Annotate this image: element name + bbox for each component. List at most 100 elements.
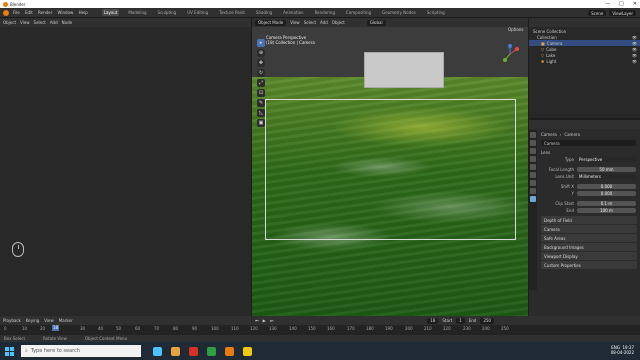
options-dropdown[interactable]: Options	[508, 27, 523, 32]
timeline-view-menu[interactable]: View	[44, 318, 54, 323]
app-icon[interactable]	[207, 346, 216, 356]
object-tab-icon[interactable]	[530, 180, 536, 186]
tab-compositing[interactable]: Compositing	[344, 9, 373, 16]
left-header-select[interactable]: Select	[34, 20, 46, 25]
vp-menu-add[interactable]: Add	[320, 20, 328, 25]
menu-window[interactable]: Window	[58, 10, 74, 15]
keying-menu[interactable]: Keying	[26, 318, 39, 323]
clip-end-row[interactable]: End 100 m	[537, 207, 640, 214]
left-header-view[interactable]: View	[20, 20, 30, 25]
menu-edit[interactable]: Edit	[25, 10, 33, 15]
outliner-item[interactable]: ✱ Light 👁	[529, 58, 640, 64]
annotate-tool-icon[interactable]: ✎	[257, 99, 265, 107]
panel-safe-areas[interactable]: Safe Areas	[541, 234, 637, 242]
tab-uv-editing[interactable]: UV Editing	[185, 9, 210, 16]
left-editor-area[interactable]	[0, 18, 251, 316]
select-tool-icon[interactable]: ▸	[257, 39, 265, 47]
end-frame-field[interactable]: 250	[480, 317, 494, 324]
eye-icon[interactable]: 👁	[632, 35, 637, 40]
transform-orientation[interactable]: Global	[366, 19, 386, 26]
windows-start-icon[interactable]	[5, 346, 14, 356]
eye-icon[interactable]: 👁	[632, 47, 637, 52]
vp-menu-view[interactable]: View	[290, 20, 300, 25]
tab-modeling[interactable]: Modeling	[126, 9, 148, 16]
tab-geometry-nodes[interactable]: Geometry Nodes	[380, 9, 418, 16]
add-cube-tool-icon[interactable]: ▣	[257, 119, 265, 127]
close-button[interactable]: ✕	[633, 1, 637, 7]
lens-type-row[interactable]: Type Perspective	[537, 156, 640, 163]
left-header-add[interactable]: Add	[50, 20, 58, 25]
maximize-button[interactable]: □	[619, 1, 624, 7]
panel-viewport-display[interactable]: Viewport Display	[541, 252, 637, 260]
task-view-icon[interactable]	[153, 346, 162, 356]
rotate-tool-icon[interactable]: ↻	[257, 69, 265, 77]
tab-animation[interactable]: Animation	[281, 9, 305, 16]
vp-menu-object[interactable]: Object	[332, 20, 345, 25]
minimize-button[interactable]: —	[605, 1, 610, 7]
shift-x-row[interactable]: Shift X 0.000	[537, 183, 640, 190]
camera-data-tab-icon[interactable]	[530, 196, 536, 202]
cube-object[interactable]	[364, 52, 444, 88]
view-layer-tab-icon[interactable]	[530, 156, 536, 162]
move-tool-icon[interactable]: ✥	[257, 59, 265, 67]
menu-file[interactable]: File	[13, 10, 20, 15]
mode-selector[interactable]: Object Mode	[255, 19, 287, 26]
blender-menu-icon[interactable]	[3, 9, 9, 16]
tab-rendering[interactable]: Rendering	[313, 9, 337, 16]
tab-layout[interactable]: Layout	[101, 9, 120, 16]
blender-taskbar-icon[interactable]	[225, 346, 234, 356]
focal-length-row[interactable]: Focal Length 50 mm	[537, 166, 640, 173]
left-header-node[interactable]: Node	[62, 20, 72, 25]
play-icon[interactable]: ▶	[263, 318, 266, 323]
cursor-tool-icon[interactable]: ⊕	[257, 49, 265, 57]
clip-start-row[interactable]: Clip Start 0.1 m	[537, 200, 640, 207]
panel-custom-properties[interactable]: Custom Properties	[541, 261, 637, 269]
app-icon[interactable]	[243, 346, 252, 356]
constraints-tab-icon[interactable]	[530, 188, 536, 194]
view-layer-selector[interactable]: ViewLayer	[609, 10, 636, 16]
frame-tick: 20	[40, 326, 46, 331]
eye-icon[interactable]: 👁	[632, 41, 637, 46]
scale-tool-icon[interactable]: ⤢	[257, 79, 265, 87]
frame-ruler[interactable]: 0 10 20 30 40 50 60 70 80 90 100 110 120…	[0, 325, 640, 335]
tool-tab-icon[interactable]	[530, 132, 536, 138]
playhead-frame[interactable]: 18	[52, 325, 59, 331]
scene-tab-icon[interactable]	[530, 164, 536, 170]
chrome-icon[interactable]	[189, 346, 198, 356]
lens-unit-row[interactable]: Lens Unit Millimeters	[537, 173, 640, 180]
scene-selector[interactable]: Scene	[588, 10, 607, 16]
shift-y-row[interactable]: Y 0.000	[537, 190, 640, 197]
eye-icon[interactable]: 👁	[632, 59, 637, 64]
tab-texture-paint[interactable]: Texture Paint	[217, 9, 247, 16]
panel-background-images[interactable]: Background Images	[541, 243, 637, 251]
world-tab-icon[interactable]	[530, 172, 536, 178]
camera-data-name-field[interactable]: Camera	[541, 140, 636, 146]
lens-panel-header[interactable]: Lens	[529, 148, 640, 156]
playback-menu[interactable]: Playback	[3, 318, 21, 323]
render-tab-icon[interactable]	[530, 140, 536, 146]
eye-icon[interactable]: 👁	[632, 53, 637, 58]
3d-viewport[interactable]: Camera Perspective (18) Collection | Cam…	[252, 27, 528, 316]
output-tab-icon[interactable]	[530, 148, 536, 154]
file-explorer-icon[interactable]	[171, 346, 180, 356]
tab-scripting[interactable]: Scripting	[425, 9, 447, 16]
frame-tick: 50	[116, 326, 122, 331]
measure-tool-icon[interactable]: ◺	[257, 109, 265, 117]
left-header-object[interactable]: Object	[3, 20, 16, 25]
transform-tool-icon[interactable]: ⊡	[257, 89, 265, 97]
tab-shading[interactable]: Shading	[254, 9, 274, 16]
system-tray[interactable]: ENG 19:37 08-04-2022	[611, 345, 634, 355]
panel-depth-of-field[interactable]: Depth of Field	[541, 216, 637, 224]
taskbar-search-input[interactable]: ⌕ Type here to search	[21, 345, 141, 357]
tab-sculpting[interactable]: Sculpting	[156, 9, 179, 16]
vp-menu-select[interactable]: Select	[304, 20, 316, 25]
menu-help[interactable]: Help	[79, 10, 88, 15]
current-frame-field[interactable]: 18	[427, 317, 439, 324]
jump-start-icon[interactable]: ⏮	[255, 318, 259, 323]
navigation-gizmo-icon[interactable]	[499, 43, 521, 65]
jump-end-icon[interactable]: ⏭	[270, 318, 274, 323]
marker-menu[interactable]: Marker	[59, 318, 73, 323]
panel-camera[interactable]: Camera	[541, 225, 637, 233]
start-frame-field[interactable]: 1	[456, 317, 465, 324]
menu-render[interactable]: Render	[38, 10, 52, 15]
